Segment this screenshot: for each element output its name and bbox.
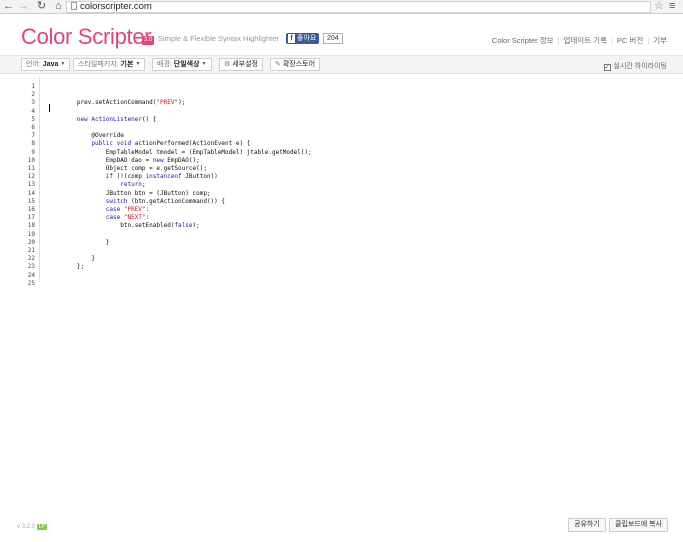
- link-pc-version[interactable]: PC 버전: [617, 36, 643, 45]
- code-line[interactable]: return;: [48, 181, 145, 189]
- line-number: 7: [31, 132, 35, 140]
- facebook-icon: f: [288, 34, 295, 43]
- top-links: Color Scripter 정보 | 업데이트 기록 | PC 버전 | 기부: [491, 36, 667, 45]
- line-number: 23: [27, 263, 35, 271]
- extension-store-button[interactable]: ✎ 확장스토어: [270, 58, 321, 71]
- link-donate[interactable]: 기부: [653, 36, 667, 45]
- code-line[interactable]: btn.setEnabled(false);: [48, 222, 200, 230]
- line-number: 25: [27, 279, 35, 287]
- detail-settings-button[interactable]: ⚙ 세부설정: [219, 58, 263, 71]
- realtime-label: 실시간 하이라이팅: [613, 63, 667, 70]
- link-about[interactable]: Color Scripter 정보: [492, 36, 554, 45]
- style-package-select[interactable]: 스타일패키지: 기본 ▼: [73, 58, 146, 71]
- line-number: 4: [31, 107, 35, 115]
- page-icon: [71, 2, 77, 10]
- background-value: 단일색상: [173, 61, 200, 68]
- code-line[interactable]: if (!(comp instanceof JButton)): [48, 173, 218, 181]
- language-label: 언어:: [26, 61, 41, 68]
- style-value: 기본: [120, 61, 134, 68]
- code-line[interactable]: public void actionPerformed(ActionEvent …: [48, 140, 250, 148]
- code-line[interactable]: EmpTableModel tmodel = (EmpTableModel) j…: [48, 149, 312, 157]
- version-text: v 3.2.0: [17, 524, 36, 530]
- line-number: 22: [27, 255, 35, 263]
- line-number: 1: [31, 83, 35, 90]
- line-number: 2: [31, 91, 35, 99]
- realtime-checkbox[interactable]: ✓: [603, 64, 611, 71]
- line-number: 18: [27, 222, 35, 230]
- code-line[interactable]: switch (btn.getActionCommand()) {: [48, 198, 225, 206]
- link-updates[interactable]: 업데이트 기록: [563, 36, 606, 45]
- code-line[interactable]: new ActionListener() {: [48, 116, 157, 124]
- text-cursor: [49, 104, 50, 112]
- line-number: 8: [31, 140, 35, 148]
- back-arrow-icon[interactable]: ←: [2, 0, 15, 13]
- site-logo[interactable]: Color Scripter: [21, 24, 152, 50]
- line-number: 10: [27, 156, 35, 164]
- gear-icon: ⚙: [224, 61, 231, 68]
- line-number: 24: [27, 271, 35, 279]
- version-info: v 3.2.0 LP: [17, 524, 47, 530]
- line-number: 9: [31, 148, 35, 156]
- background-select[interactable]: 배경: 단일색상 ▼: [152, 58, 212, 71]
- site-header: Color Scripter 3.0 Simple & Flexible Syn…: [0, 14, 683, 55]
- editor-toolbar: 언어: Java ▼ 스타일패키지: 기본 ▼ 배경: 단일색상 ▼ ⚙ 세부설정 ✎…: [0, 55, 683, 74]
- line-number-gutter: 1 2 3 4 5 6 7 8 9 10 11 12 13 14 15 16 17 18 19 20 21 22 23 24 2…: [16, 77, 40, 287]
- line-number: 14: [27, 189, 35, 197]
- background-label: 배경:: [157, 61, 172, 68]
- reload-icon[interactable]: ↻: [35, 0, 48, 13]
- facebook-like-label: 좋아요: [297, 35, 317, 42]
- code-line[interactable]: }: [48, 255, 95, 263]
- code-line[interactable]: }: [48, 239, 110, 247]
- line-number: 17: [27, 214, 35, 222]
- style-label: 스타일패키지:: [78, 61, 119, 68]
- home-icon[interactable]: ⌂: [52, 0, 65, 13]
- line-number: 3: [31, 99, 35, 107]
- browser-toolbar: ← → ↻ ⌂ colorscripter.com ☆ ≡: [0, 0, 683, 14]
- line-number: 20: [27, 238, 35, 246]
- code-line[interactable]: case "NEXT":: [48, 214, 149, 222]
- address-bar[interactable]: colorscripter.com: [66, 1, 651, 13]
- address-text: colorscripter.com: [80, 1, 152, 12]
- code-line[interactable]: };: [48, 263, 84, 271]
- browser-menu-icon[interactable]: ≡: [669, 0, 675, 13]
- code-line[interactable]: prev.setActionCommand("PREV");: [48, 99, 185, 107]
- code-editor[interactable]: 1 2 3 4 5 6 7 8 9 10 11 12 13 14 15 16 17 18 19 20 21 22 23 24 2…: [16, 77, 667, 287]
- line-number: 15: [27, 197, 35, 205]
- caret-down-icon: ▼: [201, 61, 207, 67]
- line-number: 16: [27, 206, 35, 213]
- extension-label: 확장스토어: [282, 61, 316, 68]
- code-line[interactable]: @Override: [48, 132, 124, 140]
- site-tagline: Simple & Flexible Syntax Highlighter: [158, 34, 279, 43]
- line-number: 5: [31, 115, 35, 123]
- code-line[interactable]: Object comp = e.getSource();: [48, 165, 207, 173]
- forward-arrow-icon[interactable]: →: [17, 0, 30, 13]
- language-value: Java: [42, 61, 59, 68]
- line-number: 6: [31, 124, 35, 131]
- code-line[interactable]: JButton btn = (JButton) comp;: [48, 190, 211, 198]
- facebook-like-count: 204: [323, 33, 343, 44]
- code-line[interactable]: case "PREV":: [48, 206, 149, 214]
- line-number: 21: [27, 247, 35, 254]
- line-number: 11: [27, 165, 35, 172]
- line-number: 19: [27, 230, 35, 238]
- caret-down-icon: ▼: [135, 61, 141, 67]
- bookmark-star-icon[interactable]: ☆: [654, 0, 664, 13]
- line-number: 13: [27, 181, 35, 189]
- code-line[interactable]: EmpDAO dao = new EmpDAO();: [48, 157, 200, 165]
- share-button[interactable]: 공유하기: [568, 518, 606, 532]
- facebook-like-button[interactable]: f 좋아요: [286, 33, 320, 44]
- version-badge: LP: [36, 524, 47, 530]
- realtime-highlight-toggle[interactable]: ✓ 실시간 하이라이팅: [603, 61, 667, 71]
- settings-label: 세부설정: [232, 61, 258, 68]
- caret-down-icon: ▼: [60, 61, 66, 67]
- language-select[interactable]: 언어: Java ▼: [21, 58, 71, 71]
- copy-to-clipboard-button[interactable]: 클립보드에 복사: [609, 518, 669, 532]
- line-number: 12: [27, 173, 35, 181]
- wrench-icon: ✎: [275, 61, 281, 68]
- logo-version-badge: 3.0: [142, 36, 155, 45]
